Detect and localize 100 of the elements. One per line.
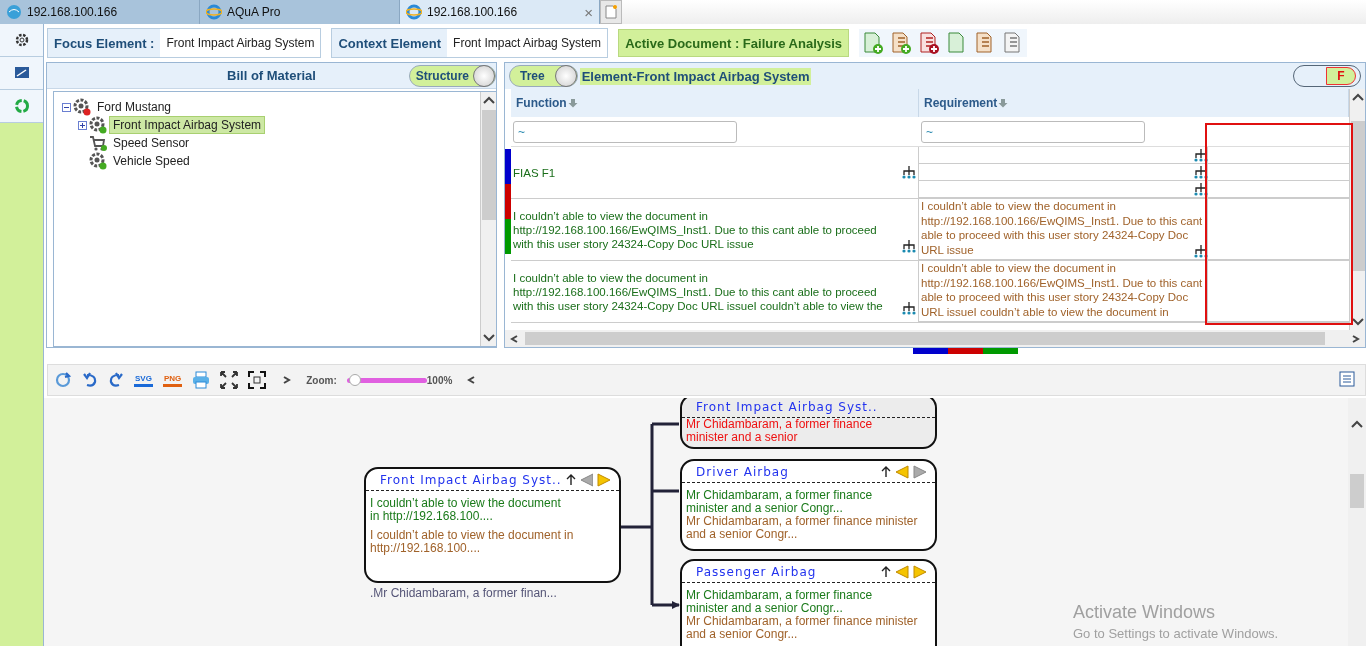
node-title: Front Impact Airbag Syst.. <box>380 472 562 487</box>
tab-title: 192.168.100.166 <box>427 5 519 19</box>
expand-icon[interactable] <box>220 371 239 389</box>
filter-field[interactable]: ~ <box>513 120 737 143</box>
sidebar-button[interactable] <box>0 57 43 90</box>
scrollbar-thumb[interactable] <box>481 110 496 220</box>
context-element-label: Context Element <box>332 29 448 57</box>
hierarchy-icon[interactable] <box>1194 165 1208 179</box>
table-cell: I couldn’t able to view the document in http://192.168.100.166/EwQIMS_Inst1. Due to this cant able to proceed with this user story 24324-Copy Doc URL issue <box>919 199 1206 260</box>
add-document-icon[interactable] <box>862 31 885 55</box>
zoom-value: 100% <box>426 374 453 386</box>
column-header[interactable]: Function <box>511 89 919 117</box>
table-cell: FIAS F1 <box>511 147 919 198</box>
node-text: Mr Chidambaram, a former finance minister and a senior <box>685 418 874 444</box>
grid-title: Element-Front Impact Airbag System <box>579 67 812 85</box>
node-caption: .Mr Chidambaram, a former finan... <box>370 586 557 600</box>
redo-icon[interactable] <box>108 372 124 388</box>
hierarchy-icon[interactable] <box>1194 148 1208 162</box>
node-text: Mr Chidambaram, a former finance minister and a senior Congr... <box>685 489 874 515</box>
diagram-node[interactable]: Driver Airbag Mr Chidambaram, a former finance minister and a senior Congr... Mr Chidambaram, a former finance minister and a senior Congr... <box>680 459 937 551</box>
node-title: Driver Airbag <box>696 464 790 479</box>
hierarchy-icon[interactable] <box>902 301 916 315</box>
cycle-icon[interactable] <box>13 98 30 114</box>
add-checklist-icon[interactable] <box>890 31 913 55</box>
right-arrow-icon[interactable] <box>597 472 611 487</box>
up-arrow-icon[interactable] <box>881 465 891 478</box>
up-arrow-icon[interactable] <box>881 565 891 578</box>
remove-list-icon[interactable] <box>918 31 941 55</box>
diagram-node[interactable]: Front Impact Airbag Syst.. I couldn’t able to view the document in http://192.168.100.... I couldn’t able to view the document in http://192.168.100.... <box>364 467 621 583</box>
tree-item[interactable]: Speed Sensor <box>109 134 194 152</box>
tree-item[interactable]: Ford Mustang <box>93 98 176 116</box>
settings-icon[interactable] <box>13 32 30 48</box>
scroll-down-icon[interactable] <box>482 334 495 342</box>
legend-icon[interactable] <box>1339 370 1355 387</box>
hierarchy-icon[interactable] <box>902 165 916 179</box>
slider-thumb[interactable] <box>348 373 361 386</box>
browser-icon <box>206 4 222 20</box>
zoom-label: Zoom: <box>306 374 337 386</box>
right-arrow-icon[interactable] <box>913 464 927 479</box>
right-arrow-icon[interactable] <box>913 564 927 579</box>
tree-toggle[interactable]: Tree <box>509 65 578 87</box>
browser-icon <box>406 4 422 20</box>
active-document-label: Active Document : Failure Analysis <box>618 29 850 57</box>
node-text: Mr Chidambaram, a former finance minister and a senior Congr... <box>685 515 919 541</box>
scrollbar[interactable] <box>1348 398 1366 646</box>
refresh-icon[interactable] <box>54 371 72 389</box>
diagram-node[interactable]: Front Impact Airbag Syst.. Mr Chidambaram, a former finance minister and a senior <box>680 398 937 449</box>
gear-icon <box>89 152 107 170</box>
scroll-down-icon[interactable] <box>1351 318 1364 326</box>
activation-title: Activate Windows <box>1073 602 1217 623</box>
scroll-up-icon[interactable] <box>482 96 495 104</box>
fullscreen-icon[interactable] <box>248 371 267 389</box>
browser-tab[interactable]: 192.168.100.166 × <box>400 0 600 24</box>
node-text: I couldn’t able to view the document in http://192.168.100.... <box>369 497 562 523</box>
table-cell: I couldn’t able to view the document in http://192.168.100.166/EwQIMS_Inst1. Due to this cant able to proceed with this user story 24324-Copy Doc URL issueI couldn’t able to view the document in <box>919 261 1206 322</box>
close-tab-button[interactable]: × <box>584 3 593 21</box>
sidebar-button[interactable] <box>0 24 43 57</box>
scroll-up-icon[interactable] <box>1351 93 1364 101</box>
hierarchy-icon[interactable] <box>902 239 916 253</box>
node-text: Mr Chidambaram, a former finance minister and a senior Congr... <box>685 589 874 615</box>
table-cell: I couldn’t able to view the document in http://192.168.100.166/EwQIMS_Inst1. Due to this cant able to proceed with this user story 24324-Copy Doc URL issue <box>511 199 919 260</box>
browser-tab[interactable]: 192.168.100.166 <box>0 0 200 24</box>
sort-arrow-icon[interactable] <box>998 98 1009 108</box>
tree-item[interactable]: Front Impact Airbag System <box>109 116 266 134</box>
diagram-node[interactable]: Passenger Airbag Mr Chidambaram, a former finance minister and a senior Congr... Mr Chidambaram, a former finance minister and a senior Congr... <box>680 559 937 646</box>
filter-field[interactable]: ~ <box>921 120 1145 143</box>
scroll-up-icon[interactable] <box>1351 420 1363 428</box>
undo-icon[interactable] <box>82 372 98 388</box>
context-element-value: Front Impact Airbag System <box>452 35 603 52</box>
print-icon[interactable] <box>192 371 211 389</box>
focus-element-label: Focus Element : <box>48 29 161 57</box>
hierarchy-icon[interactable] <box>1194 182 1208 196</box>
node-title: Front Impact Airbag Syst.. <box>696 399 879 414</box>
panel-title: Bill of Material <box>227 68 316 83</box>
up-arrow-icon[interactable] <box>565 473 576 486</box>
globe-icon <box>6 4 22 20</box>
horizontal-scrollbar[interactable] <box>505 330 1365 347</box>
export-button[interactable]: SVG <box>134 373 153 387</box>
gear-icon <box>89 116 107 134</box>
browser-tab[interactable]: AQuA Pro <box>200 0 400 24</box>
tab-title: 192.168.100.166 <box>27 5 119 19</box>
hierarchy-icon[interactable] <box>1194 244 1208 258</box>
gear-icon <box>73 98 91 116</box>
node-title: Passenger Airbag <box>696 564 818 579</box>
scrollbar[interactable] <box>480 92 496 346</box>
table-cell: I couldn’t able to view the document in http://192.168.100.166/EwQIMS_Inst1. Due to this cant able to proceed with this user story 24324-Copy Doc URL issueI couldn’t able to view the <box>511 261 919 322</box>
tree-item[interactable]: Vehicle Speed <box>109 152 194 170</box>
zoom-slider[interactable] <box>346 377 427 383</box>
structure-toggle[interactable]: Structure <box>408 64 496 87</box>
tab-title: AQuA Pro <box>227 5 282 19</box>
scrollbar-thumb[interactable] <box>1350 474 1364 508</box>
focus-element-value: Front Impact Airbag System <box>165 35 316 52</box>
activation-text: Go to Settings to activate Windows. <box>1073 626 1279 641</box>
node-text: Mr Chidambaram, a former finance minister and a senior Congr... <box>685 615 919 641</box>
cart-icon <box>89 134 107 152</box>
expand-toggle[interactable] <box>78 120 87 130</box>
monitor-icon[interactable] <box>13 65 30 81</box>
node-text: I couldn’t able to view the document in http://192.168.100.... <box>369 529 575 555</box>
expand-toggle[interactable] <box>62 102 71 112</box>
sort-arrow-icon[interactable] <box>567 98 578 108</box>
